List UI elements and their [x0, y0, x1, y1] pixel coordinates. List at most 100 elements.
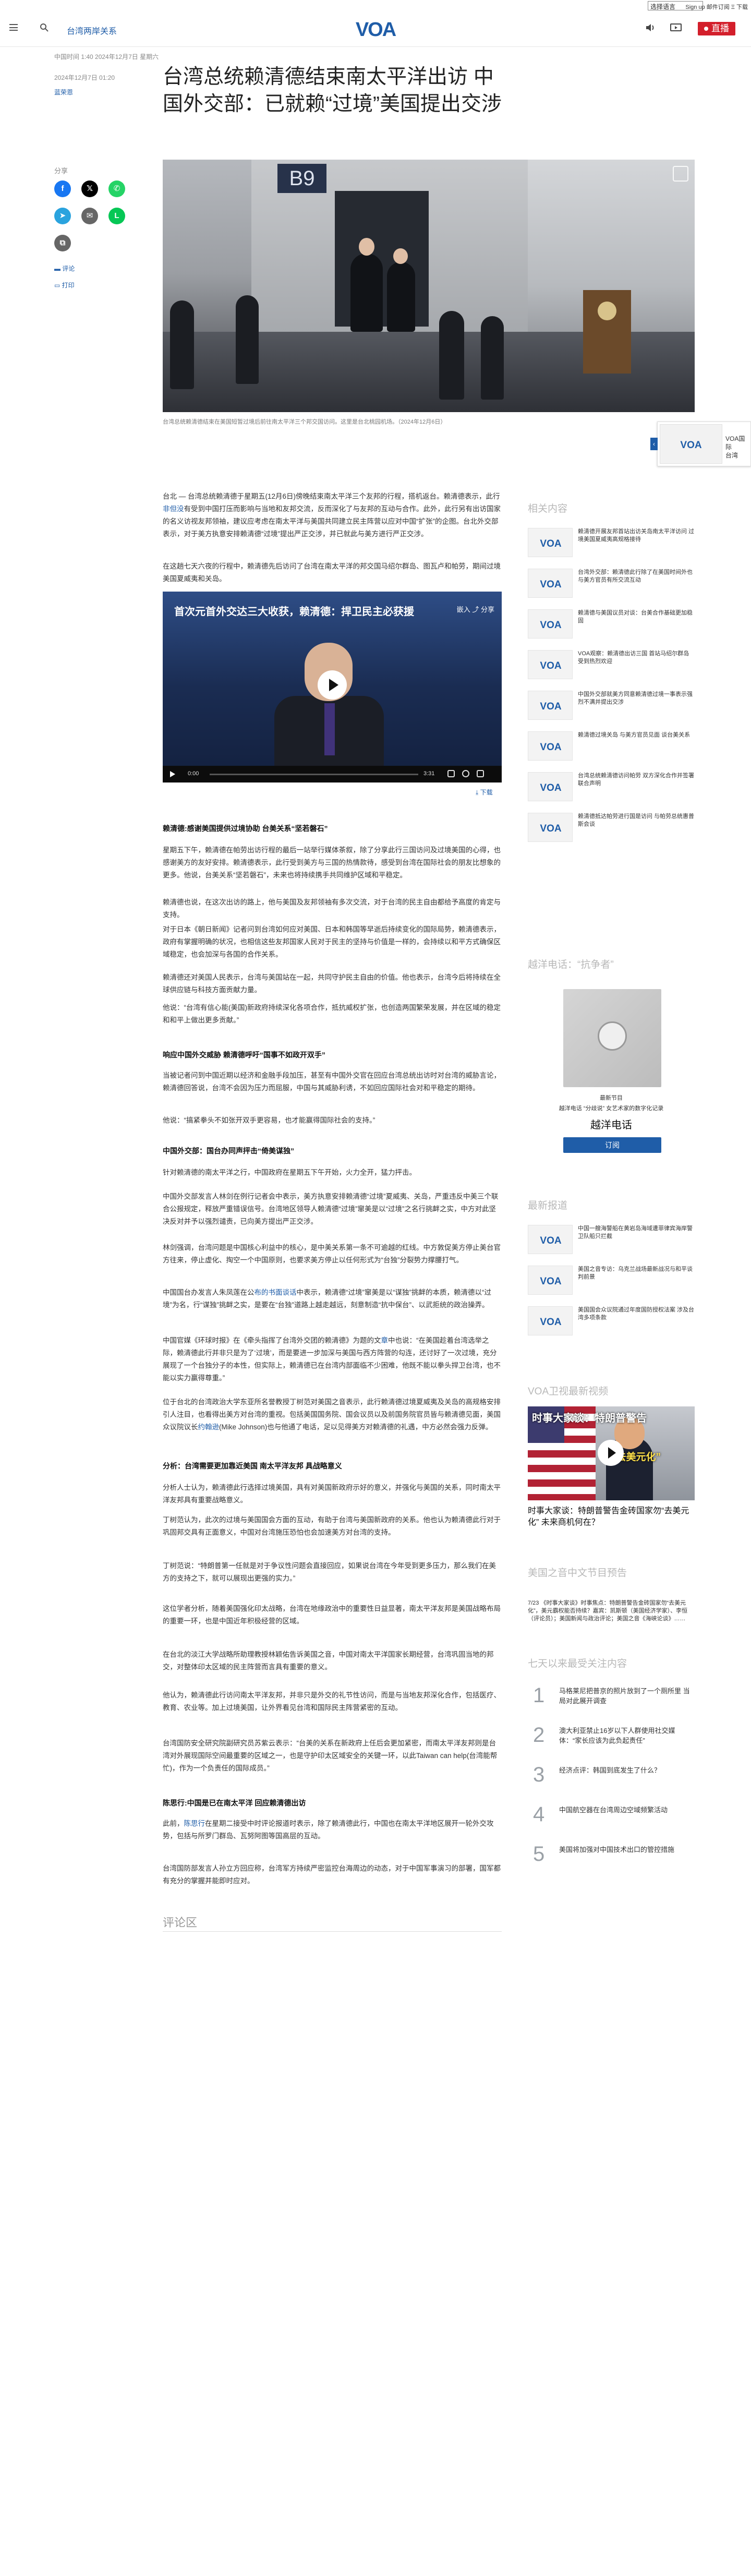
inline-link[interactable]: 章 [381, 1337, 389, 1344]
related-item[interactable]: VOA 台湾总统赖清德访问帕劳 双方深化合作并签署联合声明 [528, 772, 695, 802]
floating-voa-widget[interactable]: ‹ VOA VOA国际 台湾 [650, 422, 751, 466]
volume-icon[interactable] [447, 770, 455, 777]
latest-item[interactable]: VOA 美国国会众议院通过年度国防授权法案 涉及台湾多项条款 [528, 1306, 695, 1337]
telegram-share-icon[interactable]: ➤ [54, 208, 71, 224]
inline-link[interactable]: 约翰逊 [198, 1423, 220, 1431]
svg-text:VOA: VOA [540, 538, 561, 548]
video-progress[interactable] [210, 774, 418, 775]
live-button[interactable]: 直播 [698, 22, 735, 35]
voa-logo-small: VOA [540, 742, 561, 752]
related-item[interactable]: VOA VOA观察：赖清德出访三国 首站马绍尔群岛受到热烈欢迎 [528, 650, 695, 680]
paragraph: 台北 — 台湾总统赖清德于星期五(12月6日)傍晚结束南太平洋三个友邦的行程，搭… [163, 492, 501, 538]
photo-guard [236, 295, 259, 384]
related-title: 赖清德抵达帕劳进行国是访问 与帕劳总统惠普斯会谈 [578, 813, 695, 827]
related-item[interactable]: VOA 赖清德开展友邦首站出访关岛南太平洋访问 过境美国夏威夷高规格接待 [528, 528, 695, 558]
latest-title: 美国国会众议院通过年度国防授权法案 涉及台湾多项条款 [578, 1307, 695, 1321]
utility-links[interactable]: Sign up 邮件订阅 Ξ 下载 [685, 3, 748, 11]
latest-thumbnail: VOA [528, 1225, 573, 1254]
photo-caption: 台湾总统赖清德结束在美国短暂过境后前往南太平洋三个邦交国访问。这里是台北桃园机场… [163, 419, 446, 425]
related-thumbnail: VOA [528, 528, 573, 557]
paragraph: 星期五下午，赖清德在帕劳出访行程的最后一站举行媒体茶叙，除了分享此行三国访问及过… [163, 846, 501, 879]
enlarge-icon[interactable] [673, 166, 688, 182]
utility-bar: 选择语言 Sign up 邮件订阅 Ξ 下载 [0, 0, 751, 13]
search-icon[interactable] [40, 23, 49, 32]
top-story-rank: 3 [533, 1763, 545, 1786]
facebook-share-icon[interactable]: f [54, 180, 71, 197]
section-link[interactable]: 台湾两岸关系 [67, 24, 117, 37]
related-thumbnail: VOA [528, 813, 573, 842]
latest-item[interactable]: VOA 中国一艘海警船在黄岩岛海域遭菲律宾海岸警卫队船只拦截 [528, 1225, 695, 1255]
paragraph: 中国官媒《环球时报》在《牵头指挥了台湾外交团的赖清德》为题的文章中也说：“在美国… [163, 1337, 501, 1382]
related-item[interactable]: VOA 赖清德抵达帕劳进行国是访问 与帕劳总统惠普斯会谈 [528, 813, 695, 843]
thumb-caption: 时事大家谈：特朗普警告 [532, 1413, 647, 1424]
play-icon[interactable] [598, 1440, 624, 1466]
article-timestamp: 中国时间 1:40 2024年12月7日 星期六 [54, 53, 159, 61]
photo-person [387, 262, 415, 332]
photo-gate-sign: B9 [277, 164, 326, 193]
video-speaker-tie [324, 703, 335, 755]
featured-video-thumbnail[interactable]: 时事大家谈：特朗普警告 “去美元化” [528, 1406, 695, 1500]
play-icon[interactable] [318, 670, 347, 700]
subscribe-button[interactable]: 订阅 [563, 1137, 661, 1153]
related-thumbnail: VOA [528, 650, 573, 679]
paragraph: 当被记者问到中国近期以经济和金融手段加压，甚至有中国外交官在回应台湾总统出访时对… [163, 1072, 501, 1092]
latest-title: 中国一艘海警船在黄岩岛海域遭菲律宾海岸警卫队船只拦截 [578, 1225, 693, 1239]
inline-link[interactable]: 非但没 [163, 505, 184, 513]
listen-icon[interactable] [645, 22, 656, 33]
chevron-left-icon[interactable]: ‹ [650, 438, 658, 450]
podcast-episode-link[interactable]: 越洋电话 “分歧说” 女艺术家的数字化记录 [528, 1104, 695, 1112]
paragraph: 赖清德还对美国人民表示，台湾与美国站在一起，共同守护民主自由的价值。他也表示，台… [163, 973, 501, 994]
photo-person-head [359, 238, 374, 256]
download-link[interactable]: ⤓ 下载 [476, 788, 493, 797]
play-small-icon[interactable] [170, 771, 175, 777]
podcast-latest-label: 最新节目 [600, 1095, 623, 1101]
tv-icon[interactable] [670, 22, 682, 33]
voa-logo-small: VOA [540, 538, 561, 548]
copy-link-icon[interactable]: ⧉ [54, 235, 71, 251]
paragraph: 台湾国防安全研究院副研究员苏紫云表示：“台美的关系在新政府上任后会更加紧密，而南… [163, 1739, 498, 1772]
featured-video-title[interactable]: 时事大家谈：特朗普警告金砖国家勿“去美元化” 未来商机何在？ [528, 1506, 695, 1528]
paragraph: 这位学者分析，随着美国强化印太战略，台湾在地缘政治中的重要性日益显著，南太平洋友… [163, 1605, 501, 1625]
menu-icon[interactable] [9, 24, 18, 31]
latest-item[interactable]: VOA 美国之音专访：乌克兰战场最新战况与和平谈判前景 [528, 1266, 695, 1296]
x-share-icon[interactable]: 𝕏 [81, 180, 98, 197]
photo-guard [481, 316, 504, 400]
related-item[interactable]: VOA 赖清德与美国议员对谈：台美合作基础更加稳固 [528, 609, 695, 640]
photo-guard [439, 311, 464, 400]
related-item[interactable]: VOA 中国外交部就美方同意赖清德过境一事表示强烈不满并提出交涉 [528, 691, 695, 721]
top-story-item[interactable]: 5 美国将加强对中国技术出口的管控措施 [528, 1843, 695, 1874]
print-link[interactable]: ▭ 打印 [54, 281, 75, 290]
photo-podium-seal [598, 302, 616, 320]
paragraph: 位于台北的台湾政治大学东亚所名誉教授丁树范对美国之音表示，此行赖清德过境夏威夷及… [163, 1398, 501, 1431]
email-share-icon[interactable]: ✉ [81, 208, 98, 224]
whatsapp-share-icon[interactable]: ✆ [108, 180, 125, 197]
inline-link[interactable]: 陈思行 [184, 1820, 205, 1827]
top-story-item[interactable]: 2 澳大利亚禁止16岁以下人群使用社交媒体：“家长应该为此负起责任” [528, 1724, 695, 1755]
subheading: 中国外交部：国台办同声抨击“倚美谋独” [163, 1147, 294, 1155]
video-heading: VOA卫视最新视频 [528, 1386, 609, 1397]
top-story-title: 经济点评：韩国到底发生了什么？ [559, 1766, 661, 1774]
program-schedule[interactable]: 7/23 《时事大家谈》时事焦点：特朗普警告金砖国家勿“去美元化”，美元霸权能否… [528, 1599, 695, 1623]
svg-text:VOA: VOA [540, 1235, 561, 1245]
top-story-item[interactable]: 4 中国航空器在台湾周边空域频繁活动 [528, 1803, 695, 1834]
settings-icon[interactable] [462, 770, 469, 777]
line-share-icon[interactable]: L [108, 208, 125, 224]
video-embed-share[interactable]: 嵌入 ⤴ 分享 [457, 604, 494, 614]
video-controls: 0:00 3:31 [163, 766, 502, 783]
comments-heading: 评论区 [163, 1916, 198, 1929]
article-dateline: 2024年12月7日 01:20 [54, 74, 115, 81]
author-link[interactable]: 蓝荣恩 [54, 88, 73, 97]
related-item[interactable]: VOA 台湾外交部：赖清德此行除了在美国时间外也与美方官员有所交流互动 [528, 569, 695, 599]
voa-logo[interactable]: VOA [348, 19, 403, 40]
fullscreen-icon[interactable] [477, 770, 484, 777]
top-story-item[interactable]: 1 马格莱尼把普京的照片放到了一个厕所里 当局对此展开调查 [528, 1684, 695, 1715]
article-photo[interactable]: B9 [163, 160, 695, 412]
video-player[interactable]: 首次元首外交达三大收获，赖清德：捍卫民主必获援 嵌入 ⤴ 分享 0:00 3:3… [163, 592, 502, 783]
comment-link[interactable]: ▬ 评论 [54, 264, 75, 273]
top-stories-heading: 七天以来最受关注内容 [528, 1658, 627, 1669]
podcast-logo [598, 1021, 627, 1051]
related-item[interactable]: VOA 赖清德过境关岛 与美方官员见面 谈台美关系 [528, 731, 695, 762]
podcast-artwork[interactable] [563, 989, 661, 1087]
top-story-item[interactable]: 3 经济点评：韩国到底发生了什么？ [528, 1763, 695, 1795]
inline-link[interactable]: 布的书面谈话 [255, 1289, 297, 1296]
